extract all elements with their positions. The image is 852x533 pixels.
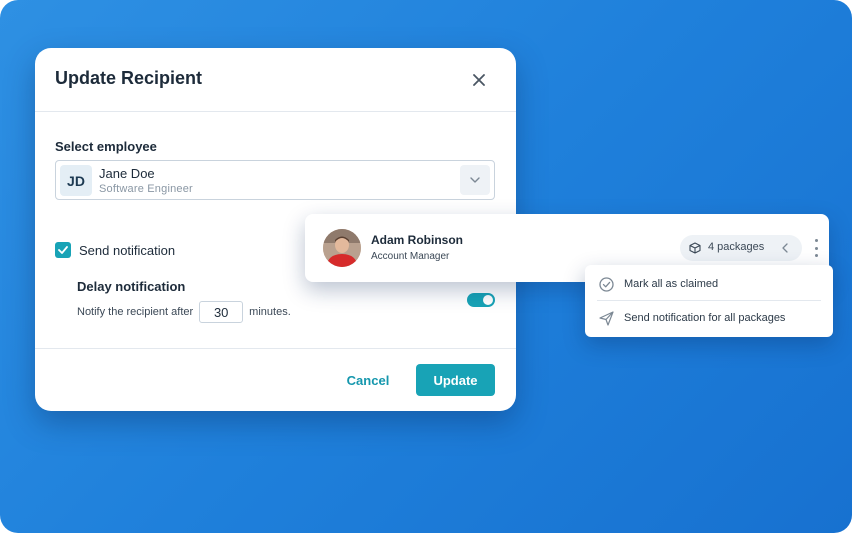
package-box-icon [689,242,701,254]
recipient-avatar [323,229,361,267]
menu-item-label: Mark all as claimed [624,278,719,290]
menu-item-send-notification[interactable]: Send notification for all packages [585,301,833,335]
menu-item-label: Send notification for all packages [624,312,786,324]
checkmark-icon [58,246,68,254]
package-actions-menu: Mark all as claimed Send notification fo… [585,265,833,337]
close-icon [473,74,485,86]
cancel-button[interactable]: Cancel [335,365,401,395]
packages-count-label: 4 packages [708,241,765,253]
footer-divider [35,348,516,349]
chevron-left-icon [782,243,788,253]
delay-row: Notify the recipient after minutes. [77,300,291,324]
select-employee-label: Select employee [55,139,157,154]
kebab-dot [814,246,818,250]
chevron-down-icon [470,177,480,183]
check-circle-icon [599,277,614,292]
modal-title: Update Recipient [55,68,203,88]
delay-notification-toggle[interactable] [467,293,495,307]
more-options-button[interactable] [809,239,823,257]
delay-minutes-input[interactable] [199,301,244,323]
employee-initials-avatar: JD [60,165,92,196]
employee-select[interactable]: JD Jane Doe Software Engineer [55,160,495,200]
employee-role: Software Engineer [99,183,193,195]
recipient-name: Adam Robinson [371,233,463,247]
send-notification-label: Send notification [79,243,176,258]
delay-suffix-text: minutes. [249,306,291,318]
toggle-knob [483,295,493,305]
header-divider [35,111,516,112]
person-photo-icon [323,229,361,267]
kebab-dot [814,239,818,242]
employee-name: Jane Doe [99,166,155,181]
packages-pill[interactable]: 4 packages [680,235,802,261]
send-notification-checkbox[interactable] [55,242,71,258]
delay-prefix-text: Notify the recipient after [77,306,194,318]
delay-notification-title: Delay notification [77,279,186,294]
select-dropdown-toggle[interactable] [460,165,490,195]
menu-item-mark-claimed[interactable]: Mark all as claimed [585,267,833,301]
send-icon [599,311,614,326]
kebab-dot [814,254,818,257]
recipient-role: Account Manager [371,251,450,262]
close-button[interactable] [469,70,489,90]
update-button[interactable]: Update [416,364,495,396]
